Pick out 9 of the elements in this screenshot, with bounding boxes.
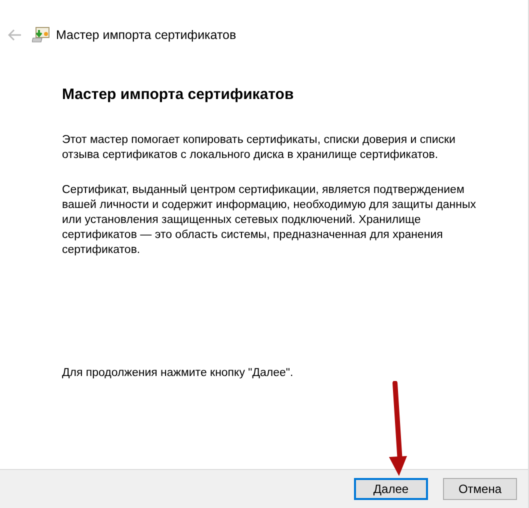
- back-arrow-icon[interactable]: [8, 29, 22, 41]
- cancel-button[interactable]: Отмена: [443, 478, 517, 500]
- window-title: Мастер импорта сертификатов: [56, 28, 236, 42]
- instruction-text: Для продолжения нажмите кнопку "Далее".: [62, 366, 294, 381]
- next-button[interactable]: Далее: [354, 478, 428, 500]
- certificate-icon: [32, 27, 50, 43]
- description-paragraph: Сертификат, выданный центром сертификации, является подтверждением вашей личности и содержит информацию, необходимую для защиты данных или установления защищенных сетевых подключений. Хранилище сертификатов — это область системы, предназначенная для хранения сертификатов.: [62, 183, 477, 258]
- page-heading: Мастер импорта сертификатов: [62, 86, 295, 103]
- description-paragraph: Этот мастер помогает копировать сертификаты, списки доверия и списки отзыва сертификатов с локального диска в хранилище сертификатов.: [62, 133, 456, 163]
